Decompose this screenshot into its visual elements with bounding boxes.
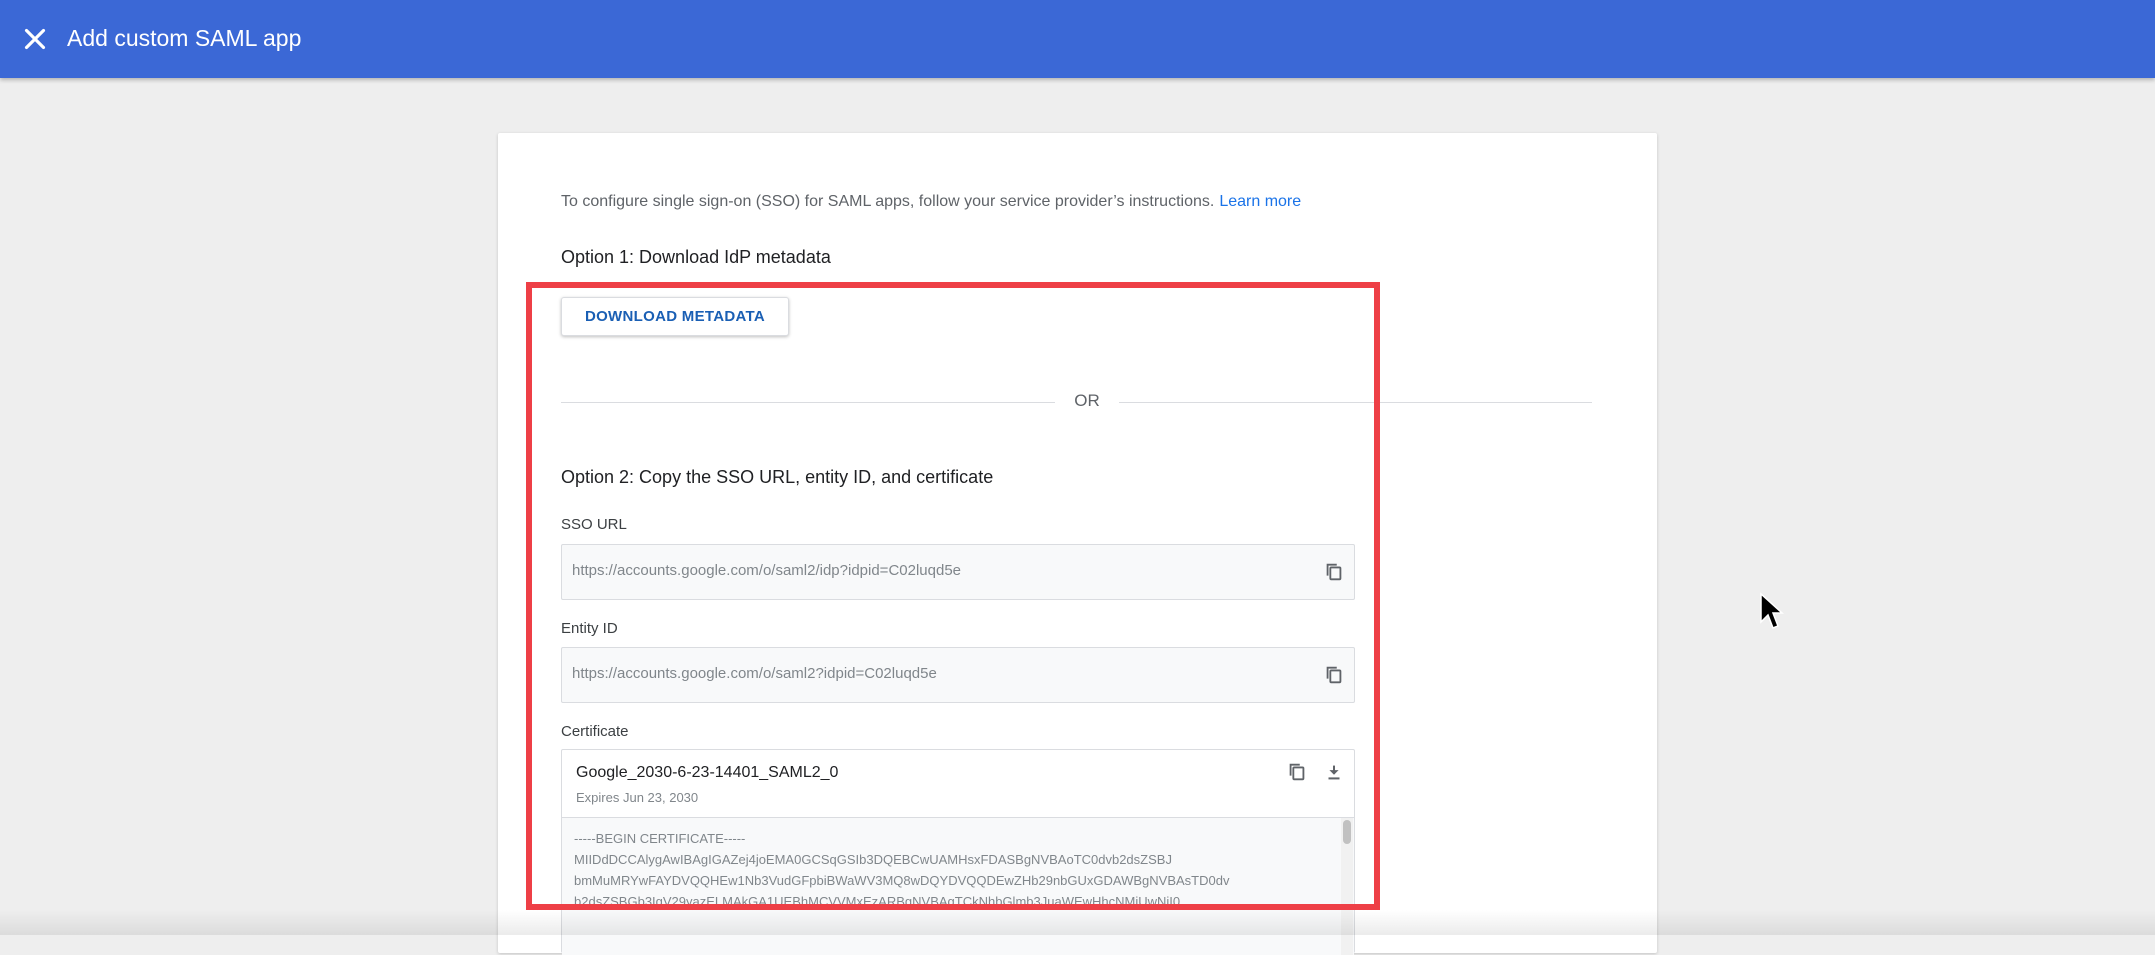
sso-url-field[interactable]: https://accounts.google.com/o/saml2/idp?… (561, 544, 1355, 600)
download-metadata-button[interactable]: DOWNLOAD METADATA (561, 297, 789, 336)
entity-id-label: Entity ID (561, 620, 618, 637)
option1-title: Option 1: Download IdP metadata (561, 247, 831, 267)
mouse-cursor-icon (1760, 592, 1784, 629)
close-icon[interactable] (18, 22, 52, 56)
certificate-line: MIIDdDCCAlygAwIBAgIGAZej4joEMA0GCSqGSIb3… (574, 852, 1172, 867)
divider-right (1119, 402, 1592, 403)
download-certificate-icon[interactable] (1323, 761, 1345, 783)
intro-sentence: To configure single sign-on (SSO) for SA… (561, 193, 1215, 210)
saml-config-card: To configure single sign-on (SSO) for SA… (498, 133, 1657, 955)
certificate-expiry: Expires Jun 23, 2030 (576, 790, 699, 805)
option2-title: Option 2: Copy the SSO URL, entity ID, a… (561, 467, 994, 487)
certificate-label: Certificate (561, 723, 629, 740)
copy-certificate-icon[interactable] (1286, 761, 1308, 783)
certificate-name: Google_2030-6-23-14401_SAML2_0 (576, 764, 839, 781)
certificate-line: b2dsZSBGb3IgV29yazELMAkGA1UEBhMCVVMxEzAR… (574, 894, 1181, 909)
copy-entity-id-icon[interactable] (1323, 664, 1345, 686)
sso-url-value[interactable]: https://accounts.google.com/o/saml2/idp?… (572, 562, 961, 579)
learn-more-link[interactable]: Learn more (1219, 193, 1301, 210)
intro-text: To configure single sign-on (SSO) for SA… (561, 193, 1301, 211)
app-header: Add custom SAML app (0, 0, 2155, 78)
page-title: Add custom SAML app (67, 25, 302, 51)
entity-id-field[interactable]: https://accounts.google.com/o/saml2?idpi… (561, 647, 1355, 703)
certificate-line: -----BEGIN CERTIFICATE----- (574, 831, 746, 846)
or-separator: OR (1074, 391, 1100, 410)
entity-id-value[interactable]: https://accounts.google.com/o/saml2?idpi… (572, 665, 937, 682)
bottom-shade (0, 910, 2155, 935)
divider-left (561, 402, 1055, 403)
copy-sso-url-icon[interactable] (1323, 561, 1345, 583)
certificate-scroll-thumb[interactable] (1343, 820, 1351, 844)
sso-url-label: SSO URL (561, 516, 627, 533)
certificate-line: bmMuMRYwFAYDVQQHEw1Nb3VudGFpbiBWaWV3MQ8w… (574, 873, 1230, 888)
